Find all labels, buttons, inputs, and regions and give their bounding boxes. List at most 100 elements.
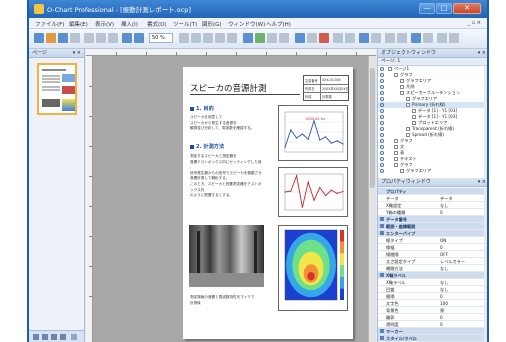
title-bar[interactable]: O-Chart Professional - [振動計測レポート.ocp] — … bbox=[29, 0, 487, 18]
collapse-icon[interactable] bbox=[380, 231, 384, 235]
property-row[interactable]: 補間方法 なし bbox=[378, 265, 487, 272]
document-canvas[interactable]: スピーカの音源計測 文書番号 XXX-00-000 作成日 20XX年XX月XX… bbox=[86, 49, 376, 342]
measurement-photo[interactable] bbox=[189, 225, 264, 287]
next-page-icon[interactable] bbox=[51, 334, 57, 340]
zoom-out-icon[interactable] bbox=[449, 33, 459, 43]
menu-file[interactable]: ファイル(F) bbox=[35, 20, 64, 28]
collapse-icon[interactable] bbox=[380, 273, 384, 277]
text-icon[interactable] bbox=[191, 33, 201, 43]
document-page[interactable]: スピーカの音源計測 文書番号 XXX-00-000 作成日 20XX年XX月XX… bbox=[183, 67, 353, 339]
property-category[interactable]: 範囲・座標範囲 bbox=[378, 223, 487, 230]
zoom-input[interactable]: 50 % bbox=[149, 33, 173, 43]
property-category[interactable]: データ番号 bbox=[378, 216, 487, 223]
tree-scrollbar[interactable] bbox=[484, 66, 487, 178]
new-icon[interactable] bbox=[34, 33, 44, 43]
menu-tools[interactable]: ツール(T) bbox=[173, 20, 197, 28]
visibility-icon[interactable] bbox=[380, 97, 384, 101]
property-grid[interactable]: プロパティ データ データ X軸設定 なし Y軸の種類 0 データ番号 範囲・座標範囲 エンター… bbox=[378, 188, 487, 342]
expand-icon[interactable] bbox=[400, 91, 404, 95]
copy-icon[interactable] bbox=[96, 33, 106, 43]
expand-icon[interactable] bbox=[394, 157, 398, 161]
align-icon[interactable] bbox=[267, 33, 277, 43]
contour-map[interactable] bbox=[278, 225, 348, 311]
expand-icon[interactable] bbox=[412, 115, 416, 119]
open-icon[interactable] bbox=[46, 33, 56, 43]
expand-icon[interactable] bbox=[400, 169, 404, 173]
expand-icon[interactable] bbox=[400, 79, 404, 83]
property-row[interactable]: 線タイプ ON bbox=[378, 237, 487, 244]
line-icon[interactable] bbox=[203, 33, 213, 43]
visibility-icon[interactable] bbox=[380, 73, 384, 77]
visibility-icon[interactable] bbox=[380, 109, 384, 113]
color-icon[interactable] bbox=[359, 33, 369, 43]
maximize-button[interactable]: □ bbox=[436, 3, 452, 14]
expand-icon[interactable] bbox=[406, 127, 410, 131]
font-icon[interactable] bbox=[333, 33, 343, 43]
pin-icon[interactable]: ▾ × bbox=[478, 49, 486, 57]
expand-icon[interactable] bbox=[400, 85, 404, 89]
property-row[interactable]: 文字色 100 bbox=[378, 300, 487, 307]
save-icon[interactable] bbox=[58, 33, 68, 43]
page-thumbnail[interactable] bbox=[37, 63, 77, 115]
visibility-icon[interactable] bbox=[380, 85, 384, 89]
property-value[interactable]: 0 bbox=[440, 321, 487, 328]
grid-icon[interactable] bbox=[279, 33, 289, 43]
bold-icon[interactable] bbox=[345, 33, 355, 43]
first-page-icon[interactable] bbox=[33, 334, 39, 340]
property-row[interactable]: X軸設定 なし bbox=[378, 202, 487, 209]
visibility-icon[interactable] bbox=[380, 79, 384, 83]
add-page-icon[interactable] bbox=[71, 334, 77, 340]
collapse-icon[interactable] bbox=[380, 329, 384, 333]
cut-icon[interactable] bbox=[84, 33, 94, 43]
canvas-scrollbar[interactable] bbox=[368, 56, 376, 342]
property-row[interactable]: データ データ bbox=[378, 195, 487, 202]
export-icon[interactable] bbox=[411, 33, 421, 43]
collapse-icon[interactable] bbox=[380, 336, 384, 340]
property-category[interactable]: マーカー bbox=[378, 328, 487, 335]
property-row[interactable]: X軸ラベル なし bbox=[378, 279, 487, 286]
visibility-icon[interactable] bbox=[380, 139, 384, 143]
image-icon[interactable] bbox=[255, 33, 265, 43]
redo-icon[interactable] bbox=[134, 33, 144, 43]
pin-icon[interactable]: ▾ × bbox=[73, 49, 81, 57]
property-value[interactable]: データ bbox=[440, 195, 487, 202]
property-value[interactable]: なし bbox=[440, 202, 487, 209]
table-icon[interactable] bbox=[295, 33, 305, 43]
menu-format[interactable]: 書式(O) bbox=[147, 20, 167, 28]
page-title[interactable]: スピーカの音源計測 bbox=[190, 82, 267, 94]
expand-icon[interactable] bbox=[394, 73, 398, 77]
visibility-icon[interactable] bbox=[380, 169, 384, 173]
visibility-icon[interactable] bbox=[380, 151, 384, 155]
visibility-icon[interactable] bbox=[380, 115, 384, 119]
section-heading[interactable]: 2. 計測方法 bbox=[190, 143, 224, 150]
visibility-icon[interactable] bbox=[380, 157, 384, 161]
close-button[interactable]: ✕ bbox=[453, 3, 481, 14]
property-row[interactable]: 線幅 0 bbox=[378, 244, 487, 251]
property-value[interactable]: 0 bbox=[440, 293, 487, 300]
property-value[interactable]: 0 bbox=[440, 244, 487, 251]
section-body[interactable]: 測定するスピーカと測定器を 音響テストボックス内にセッティングした後 、 信号発… bbox=[190, 154, 265, 199]
menu-insert[interactable]: 挿入(I) bbox=[121, 20, 138, 28]
prev-page-icon[interactable] bbox=[42, 334, 48, 340]
expand-icon[interactable] bbox=[412, 121, 416, 125]
paste-icon[interactable] bbox=[108, 33, 118, 43]
tree-row[interactable]: グラフエリア bbox=[378, 168, 487, 174]
expand-icon[interactable] bbox=[406, 103, 410, 107]
visibility-icon[interactable] bbox=[380, 121, 384, 125]
rect-icon[interactable] bbox=[215, 33, 225, 43]
property-category[interactable]: スタイル/ラベル bbox=[378, 335, 487, 342]
info-table[interactable]: 文書番号 XXX-00-000 作成日 20XX年XX月XX日 作成 計測課 bbox=[303, 75, 349, 101]
scrollbar-thumb[interactable] bbox=[370, 68, 375, 188]
property-scrollbar[interactable] bbox=[484, 188, 487, 342]
delete-icon[interactable] bbox=[319, 33, 329, 43]
expand-icon[interactable] bbox=[412, 109, 416, 113]
waveform-chart[interactable] bbox=[278, 167, 348, 217]
visibility-icon[interactable] bbox=[380, 145, 384, 149]
property-value[interactable]: なし bbox=[440, 279, 487, 286]
object-tree-toolbar[interactable]: ページ: 1 bbox=[378, 58, 487, 66]
visibility-icon[interactable] bbox=[380, 103, 384, 107]
property-value[interactable]: なし bbox=[440, 286, 487, 293]
property-value[interactable]: なし bbox=[440, 265, 487, 272]
property-value[interactable]: 0 bbox=[440, 314, 487, 321]
expand-icon[interactable] bbox=[394, 163, 398, 167]
